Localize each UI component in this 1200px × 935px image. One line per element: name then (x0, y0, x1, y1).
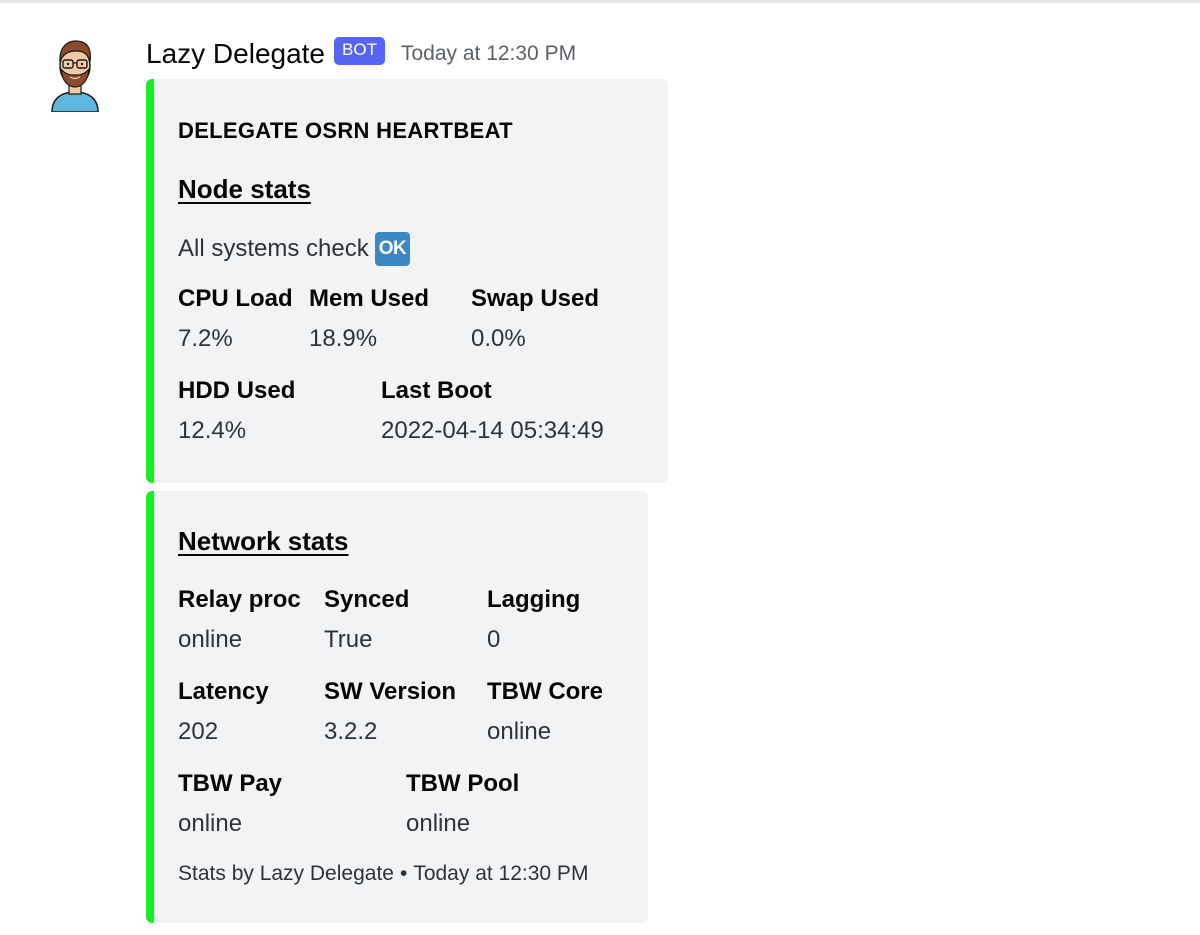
embed-description: All systems check OK (178, 230, 411, 268)
message-header: Lazy Delegate BOT Today at 12:30 PM (146, 34, 576, 74)
field-name: Relay proc (178, 586, 301, 613)
field-value: 18.9% (309, 325, 378, 352)
message: Lazy Delegate BOT Today at 12:30 PM DELE… (0, 0, 1200, 935)
field-value: online (406, 810, 471, 837)
field-name: Latency (178, 678, 269, 705)
field-value: 0 (487, 626, 501, 653)
embed-footer: Stats by Lazy Delegate • Today at 12:30 PM (178, 862, 588, 886)
field-name: SW Version (324, 678, 457, 705)
bot-tag: BOT (334, 37, 385, 65)
field-value: online (178, 626, 243, 653)
embed-network-stats: Network stats Relay proc online Synced T… (146, 491, 648, 923)
field-value: True (324, 626, 373, 653)
field-value: 12.4% (178, 417, 247, 444)
embed-title: Node stats (178, 174, 311, 204)
username[interactable]: Lazy Delegate (146, 38, 325, 70)
field-value: 0.0% (471, 325, 526, 352)
embed-node-stats: DELEGATE OSRN HEARTBEAT Node stats All s… (146, 79, 668, 483)
field-value: 7.2% (178, 325, 233, 352)
footer-separator: • (399, 862, 408, 885)
field-name: CPU Load (178, 285, 293, 312)
field-value: online (178, 810, 243, 837)
field-value: online (487, 718, 552, 745)
message-timestamp[interactable]: Today at 12:30 PM (401, 42, 576, 66)
field-name: HDD Used (178, 377, 296, 404)
field-value: 2022-04-14 05:34:49 (381, 417, 604, 444)
footer-text: Stats by Lazy Delegate (178, 862, 394, 885)
embed-author: DELEGATE OSRN HEARTBEAT (178, 118, 513, 143)
field-name: Mem Used (309, 285, 430, 312)
field-value: 202 (178, 718, 219, 745)
embed-title: Network stats (178, 526, 349, 556)
field-name: Lagging (487, 586, 581, 613)
field-name: Synced (324, 586, 410, 613)
field-name: Last Boot (381, 377, 492, 404)
field-name: Swap Used (471, 285, 600, 312)
footer-timestamp: Today at 12:30 PM (413, 862, 589, 885)
ok-button-icon: OK (374, 232, 411, 266)
description-text: All systems check (178, 235, 369, 262)
field-value: 3.2.2 (324, 718, 378, 745)
field-name: TBW Pool (406, 770, 520, 797)
field-name: TBW Pay (178, 770, 283, 797)
bearded-man-avatar-icon[interactable] (50, 38, 100, 113)
field-name: TBW Core (487, 678, 603, 705)
